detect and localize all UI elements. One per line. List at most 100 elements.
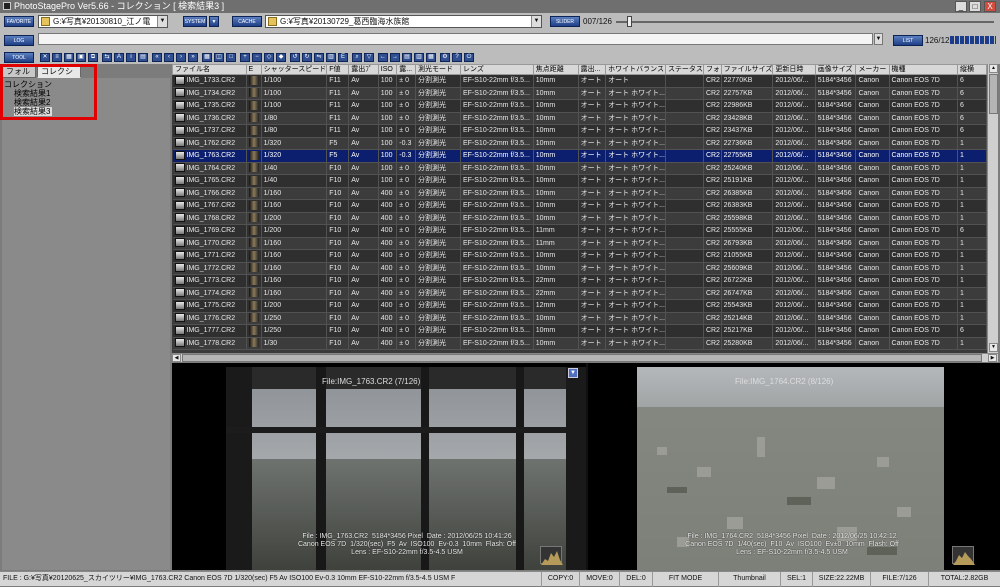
preview-menu-icon[interactable]: ▼ bbox=[568, 368, 578, 378]
log-dropdown-icon[interactable]: ▼ bbox=[874, 33, 883, 45]
prev-icon[interactable]: ‹ bbox=[164, 53, 174, 62]
maximize-button[interactable]: □ bbox=[969, 1, 981, 12]
scroll-thumb[interactable] bbox=[989, 74, 998, 114]
table-row[interactable]: IMG_1768.CR2 1/200 F10 Av 400 ± 0 分割測光 EF-S10-2… bbox=[172, 212, 987, 225]
table-row-selected[interactable]: IMG_1763.CR2 1/320 F5 Av 100 -0.3 分割測光 EF-S10-2… bbox=[172, 149, 987, 163]
table-row[interactable]: IMG_1775.CR2 1/200 F10 Av 400 ± 0 分割測光 EF-S10-2… bbox=[172, 299, 987, 313]
system-button[interactable]: SYSTEM bbox=[183, 16, 207, 27]
settings-icon[interactable]: ⚙ bbox=[440, 53, 450, 62]
column-header[interactable]: 更新日時 bbox=[772, 64, 816, 75]
column-header[interactable]: 露出ﾌﾟ bbox=[348, 64, 379, 75]
close-button[interactable]: X bbox=[984, 1, 996, 12]
move-icon[interactable]: ⇆ bbox=[102, 53, 112, 62]
table-row[interactable]: IMG_1737.CR2 1/80 F11 Av 100 ± 0 分割測光 EF-S10-22… bbox=[172, 124, 987, 138]
slider-button[interactable]: SLIDER bbox=[550, 16, 580, 27]
first-icon[interactable]: « bbox=[152, 53, 162, 62]
zoom-in-icon[interactable]: + bbox=[240, 53, 250, 62]
table-row[interactable]: IMG_1777.CR2 1/250 F10 Av 400 ± 0 分割測光 EF-S10-2… bbox=[172, 324, 987, 338]
favorite-button[interactable]: FAVORITE bbox=[4, 16, 34, 27]
split-view-icon[interactable]: ◫ bbox=[214, 53, 224, 62]
histogram-icon[interactable]: ▥ bbox=[326, 53, 336, 62]
layout-icon[interactable]: ▤ bbox=[402, 53, 412, 62]
column-header[interactable]: ホワイトバランス bbox=[605, 64, 666, 75]
last-icon[interactable]: » bbox=[188, 53, 198, 62]
column-header[interactable]: 焦点距離 bbox=[532, 64, 579, 75]
table-row[interactable]: IMG_1735.CR2 1/100 F11 Av 100 ± 0 分割測光 EF-S10-2… bbox=[172, 99, 987, 113]
minimize-button[interactable]: _ bbox=[955, 1, 967, 12]
column-header[interactable]: 画像サイズ bbox=[814, 64, 857, 75]
copy-icon[interactable]: ⧉ bbox=[88, 53, 98, 62]
chevron-down-icon[interactable]: ▼ bbox=[531, 16, 541, 27]
table-row[interactable]: IMG_1771.CR2 1/160 F10 Av 400 ± 0 分割測光 EF-S10-2… bbox=[172, 249, 987, 263]
column-header[interactable]: ステータス bbox=[664, 64, 704, 75]
system-dropdown-button[interactable]: ▼ bbox=[209, 16, 219, 27]
delete-icon[interactable]: ✕ bbox=[40, 53, 50, 62]
table-row[interactable]: IMG_1766.CR2 1/160 F10 Av 400 ± 0 分割測光 EF-S10-2… bbox=[172, 187, 987, 200]
table-row[interactable]: IMG_1778.CR2 1/30 F10 Av 400 ± 0 分割測光 EF-S10-22… bbox=[172, 337, 987, 350]
scroll-down-icon[interactable]: ▼ bbox=[989, 343, 998, 352]
print-icon[interactable]: ▤ bbox=[138, 53, 148, 62]
rotate-right-icon[interactable]: ↻ bbox=[302, 53, 312, 62]
column-header[interactable]: レンズ bbox=[459, 64, 534, 75]
info-icon[interactable]: i bbox=[126, 53, 136, 62]
table-row[interactable]: IMG_1774.CR2 1/160 F10 Av 400 ± 0 分割測光 EF-S10-2… bbox=[172, 287, 987, 300]
cache-button[interactable]: CACHE bbox=[232, 16, 262, 27]
table-row[interactable]: IMG_1767.CR2 1/160 F10 Av 400 ± 0 分割測光 EF-S10-2… bbox=[172, 199, 987, 213]
column-header[interactable]: ファイルサイズ bbox=[720, 64, 774, 75]
folder-up-icon[interactable]: ▣ bbox=[76, 53, 86, 62]
layout2-icon[interactable]: ▥ bbox=[414, 53, 424, 62]
column-header[interactable]: ファイル名 bbox=[172, 64, 247, 75]
vertical-scrollbar[interactable]: ▲ ▼ bbox=[987, 64, 998, 353]
hscroll-thumb[interactable] bbox=[182, 354, 982, 362]
table-row[interactable]: IMG_1770.CR2 1/160 F10 Av 400 ± 0 分割測光 EF-S10-2… bbox=[172, 237, 987, 250]
table-row[interactable]: IMG_1734.CR2 1/100 F11 Av 100 ± 0 分割測光 EF-S10-2… bbox=[172, 87, 987, 100]
column-header[interactable]: 露出... bbox=[577, 64, 607, 75]
layout3-icon[interactable]: ▦ bbox=[426, 53, 436, 62]
search-icon[interactable]: ⌕ bbox=[352, 53, 362, 62]
column-header[interactable]: 機種 bbox=[888, 64, 959, 75]
table-row[interactable]: IMG_1765.CR2 1/40 F10 Av 100 ± 0 分割測光 EF-S10-22… bbox=[172, 174, 987, 188]
column-header[interactable]: 露... bbox=[396, 64, 417, 75]
table-row[interactable]: IMG_1776.CR2 1/250 F10 Av 400 ± 0 分割測光 EF-S10-2… bbox=[172, 312, 987, 325]
next-icon[interactable]: › bbox=[176, 53, 186, 62]
table-row[interactable]: IMG_1762.CR2 1/320 F5 Av 100 -0.3 分割測光 EF-S10-2… bbox=[172, 137, 987, 150]
thumbnail-view-icon[interactable]: ▦ bbox=[64, 53, 74, 62]
table-row[interactable]: IMG_1736.CR2 1/80 F11 Av 100 ± 0 分割測光 EF-S10-22… bbox=[172, 112, 987, 125]
back-icon[interactable]: ← bbox=[378, 53, 388, 62]
table-row[interactable]: IMG_1764.CR2 1/40 F10 Av 100 ± 0 分割測光 EF-S10-22… bbox=[172, 162, 987, 175]
rename-icon[interactable]: A bbox=[114, 53, 124, 62]
list-view-icon[interactable]: ≡ bbox=[52, 53, 62, 62]
slider-track[interactable] bbox=[616, 21, 994, 23]
column-header[interactable]: メーカー bbox=[855, 64, 890, 75]
scroll-up-icon[interactable]: ▲ bbox=[989, 64, 998, 73]
column-header[interactable]: ISO bbox=[377, 64, 398, 75]
log-field[interactable] bbox=[38, 33, 873, 45]
list-button[interactable]: LIST bbox=[893, 35, 923, 46]
zoom-out-icon[interactable]: − bbox=[252, 53, 262, 62]
scroll-left-icon[interactable]: ◀ bbox=[172, 354, 181, 362]
rotate-left-icon[interactable]: ↺ bbox=[290, 53, 300, 62]
scroll-right-icon[interactable]: ▶ bbox=[988, 354, 997, 362]
log-button[interactable]: LOG bbox=[4, 35, 34, 46]
table-row[interactable]: IMG_1769.CR2 1/200 F10 Av 400 ± 0 分割測光 EF-S10-2… bbox=[172, 224, 987, 238]
table-row[interactable]: IMG_1733.CR2 1/100 F11 Av 100 ± 0 分割測光 EF-S10-2… bbox=[172, 74, 987, 88]
chevron-down-icon[interactable]: ▼ bbox=[157, 16, 167, 27]
horizontal-scrollbar[interactable]: ◀ ▶ bbox=[172, 353, 998, 362]
help-icon[interactable]: ? bbox=[452, 53, 462, 62]
forward-icon[interactable]: → bbox=[390, 53, 400, 62]
full-size-icon[interactable]: ◆ bbox=[276, 53, 286, 62]
cache-path-combo[interactable]: G:¥写真¥20130729_葛西臨海水族館 ▼ bbox=[265, 15, 542, 28]
column-header[interactable]: シャッタースピード bbox=[260, 64, 328, 75]
single-view-icon[interactable]: □ bbox=[226, 53, 236, 62]
slider-thumb[interactable] bbox=[627, 16, 632, 27]
flip-icon[interactable]: ⇋ bbox=[314, 53, 324, 62]
exit-icon[interactable]: ⏻ bbox=[464, 53, 474, 62]
filter-icon[interactable]: ▽ bbox=[364, 53, 374, 62]
table-row[interactable]: IMG_1773.CR2 1/160 F10 Av 400 ± 0 分割測光 EF-S10-2… bbox=[172, 274, 987, 288]
column-header[interactable]: 測光モード bbox=[415, 64, 461, 75]
column-header[interactable]: 縦横 bbox=[957, 64, 987, 75]
favorite-path-combo[interactable]: G:¥写真¥20130810_江ノ電 ▼ bbox=[38, 15, 168, 28]
tool-button[interactable]: TOOL bbox=[4, 52, 34, 63]
column-header[interactable]: E bbox=[245, 64, 262, 75]
column-header[interactable]: F値 bbox=[326, 64, 350, 75]
